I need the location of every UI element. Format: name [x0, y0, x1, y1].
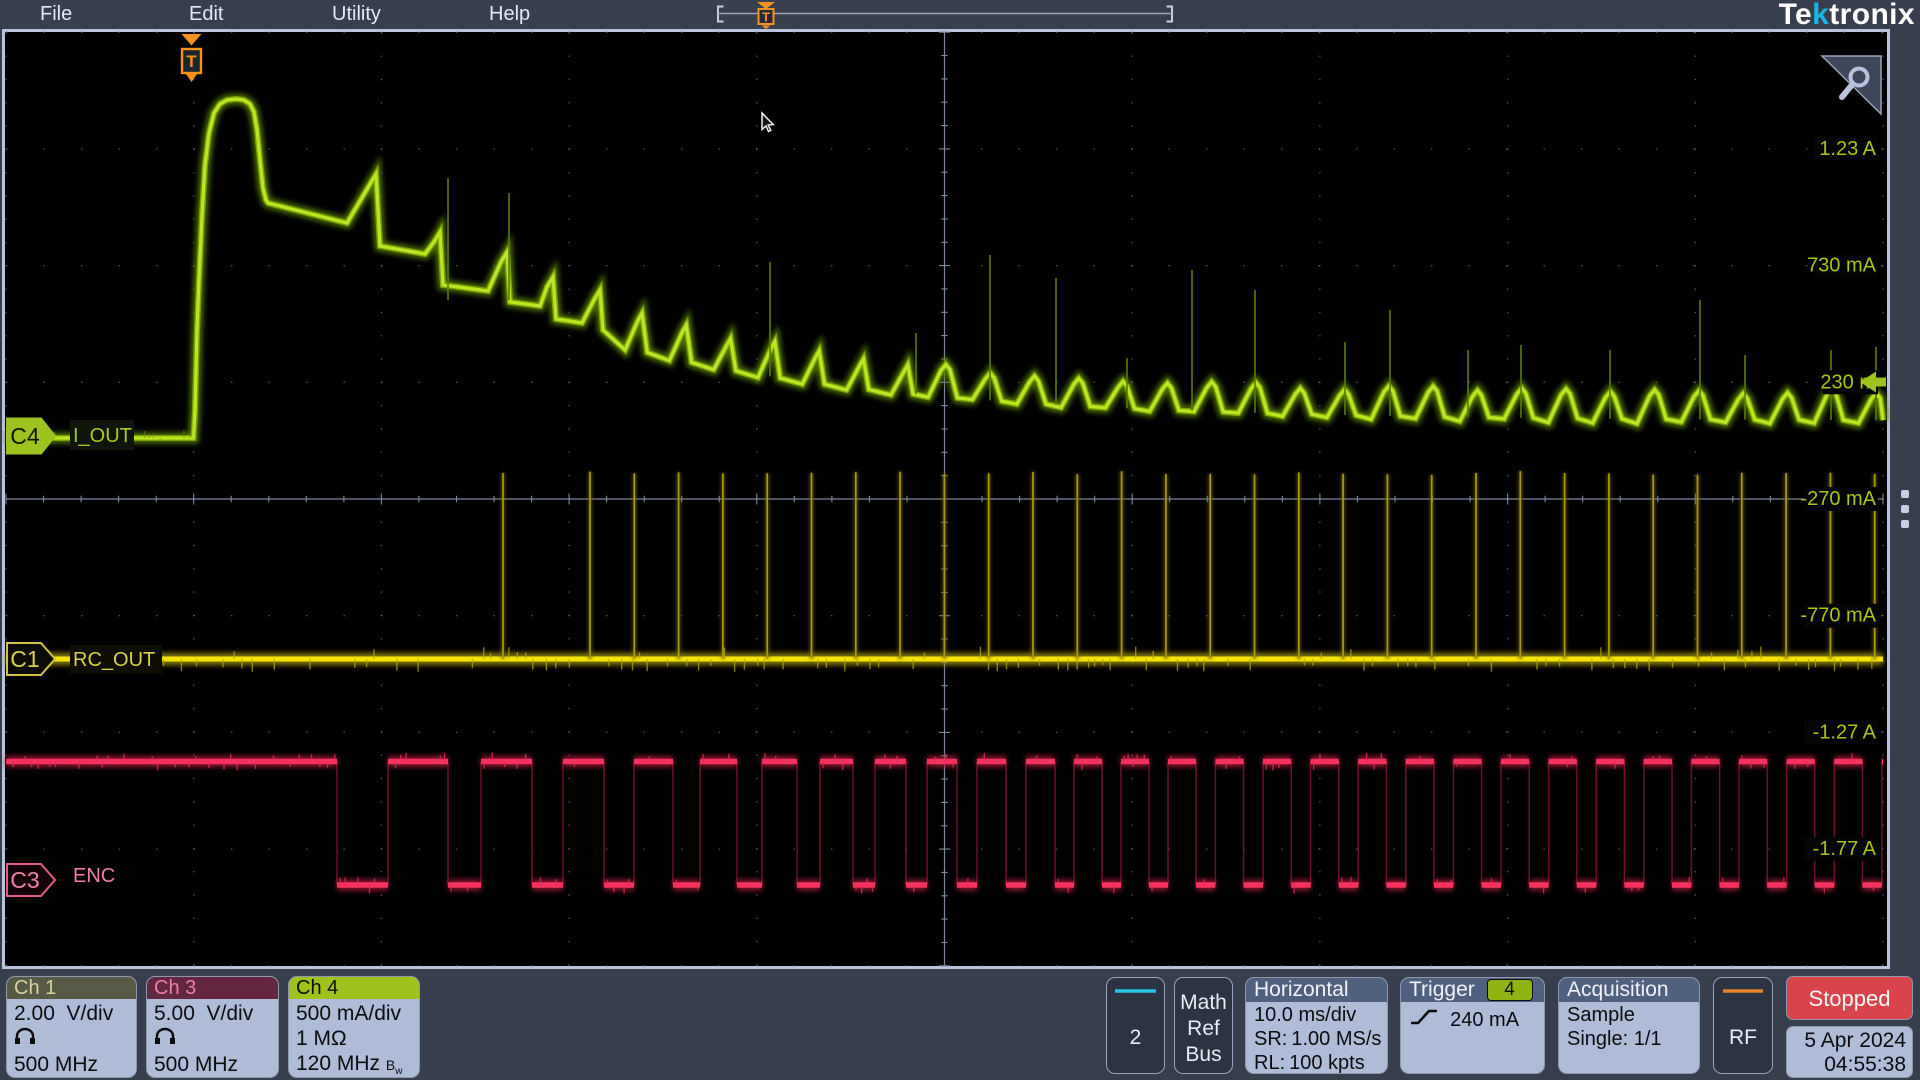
svg-text:1.23 A: 1.23 A: [1819, 138, 1876, 160]
svg-text:C3: C3: [10, 867, 39, 893]
svg-text:I_OUT: I_OUT: [73, 425, 132, 447]
svg-text:-770 mA: -770 mA: [1800, 605, 1876, 627]
svg-text:ENC: ENC: [73, 865, 115, 887]
svg-text:RC_OUT: RC_OUT: [73, 649, 155, 671]
svg-text:T: T: [186, 52, 197, 71]
svg-text:730 mA: 730 mA: [1807, 255, 1877, 277]
svg-text:C4: C4: [10, 423, 40, 449]
svg-text:-270 mA: -270 mA: [1800, 488, 1876, 510]
svg-text:-1.77 A: -1.77 A: [1813, 838, 1877, 860]
svg-text:C1: C1: [10, 646, 39, 672]
svg-text:-1.27 A: -1.27 A: [1813, 721, 1877, 743]
